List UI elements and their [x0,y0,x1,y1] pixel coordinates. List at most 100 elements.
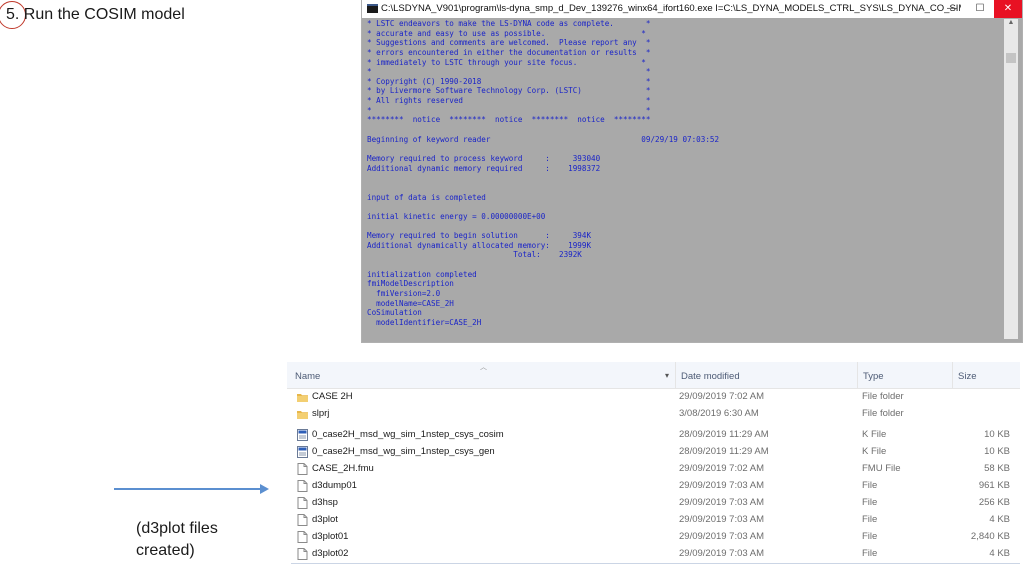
file-row[interactable]: d3hsp 29/09/2019 7:03 AM File 256 KB [287,494,1020,511]
console-line: Memory required to process keyword : 393… [367,153,601,163]
file-row[interactable]: d3plot 29/09/2019 7:03 AM File 4 KB [287,511,1020,528]
step-label: 5. Run the COSIM model [6,6,185,23]
file-date-modified: 29/09/2019 7:02 AM [679,391,765,402]
console-line: * Copyright (C) 1990-2018 * [367,76,651,86]
column-header-bar: ︿ Name ▾ Date modified Type Size [287,362,1020,389]
file-date-modified: 29/09/2019 7:03 AM [679,497,765,508]
file-type: File [862,514,878,525]
annotation-line-2: created) [136,542,195,559]
console-title: C:\LSDYNA_V901\program\ls-dyna_smp_d_Dev… [381,3,961,14]
file-type: File [862,548,878,559]
file-size: 10 KB [984,446,1010,457]
file-icon [297,547,308,560]
file-name: CASE 2H [312,391,353,402]
file-date-modified: 28/09/2019 11:29 AM [679,446,769,457]
file-explorer: ︿ Name ▾ Date modified Type Size CASE 2H… [287,362,1022,576]
file-type: File folder [862,408,904,419]
file-row[interactable]: 0_case2H_msd_wg_sim_1nstep_csys_cosim 28/… [287,426,1020,443]
file-row[interactable]: d3dump01 29/09/2019 7:03 AM File 961 KB [287,477,1020,494]
k-file-icon [297,445,308,458]
file-row[interactable]: CASE_2H.fmu 29/09/2019 7:02 AM FMU File 58 … [287,460,1020,477]
file-size: 4 KB [989,514,1010,525]
file-type: File [862,497,878,508]
file-date-modified: 29/09/2019 7:03 AM [679,548,765,559]
scroll-up-icon[interactable]: ▲ [1004,19,1018,31]
console-line: modelName=CASE_2H [367,298,454,308]
scroll-thumb[interactable] [1006,53,1016,63]
file-row[interactable]: d3plot02 29/09/2019 7:03 AM File 4 KB [287,545,1020,562]
file-date-modified: 28/09/2019 11:29 AM [679,429,769,440]
file-date-modified: 29/09/2019 7:03 AM [679,514,765,525]
console-line: * * [367,105,651,115]
file-date-modified: 3/08/2019 6:30 AM [679,408,759,419]
console-line: * immediately to LSTC through your site … [367,57,646,67]
file-icon [297,479,308,492]
console-line: input of data is completed [367,192,486,202]
file-type: K File [862,446,887,457]
column-header-name[interactable]: Name [295,371,320,382]
console-line: fmiVersion=2.0 [367,288,441,298]
console-line: CoSimulation [367,308,422,318]
folder-icon [297,407,308,419]
file-row[interactable]: d3plot01 29/09/2019 7:03 AM File 2,840 KB [287,528,1020,545]
file-icon [297,513,308,526]
column-dropdown-chevron-icon[interactable]: ▾ [665,371,669,380]
column-divider[interactable] [952,362,953,388]
file-icon [297,462,308,475]
console-window[interactable]: C:\LSDYNA_V901\program\ls-dyna_smp_d_Dev… [362,0,1022,342]
annotation-line-1: (d3plot files [136,520,218,537]
console-line: Beginning of keyword reader 09/29/19 07:… [367,134,720,144]
column-header-size[interactable]: Size [958,371,976,382]
console-line: * Suggestions and comments are welcomed.… [367,38,651,48]
file-date-modified: 29/09/2019 7:02 AM [679,463,765,474]
console-titlebar[interactable]: C:\LSDYNA_V901\program\ls-dyna_smp_d_Dev… [362,0,1022,18]
console-app-icon [367,4,378,13]
file-name: 0_case2H_msd_wg_sim_1nstep_csys_gen [312,446,495,457]
file-size: 10 KB [984,429,1010,440]
file-date-modified: 29/09/2019 7:03 AM [679,480,765,491]
file-name: d3plot01 [312,531,349,542]
console-line: Total: 2392K [367,250,582,260]
console-line: fmiModelDescription [367,279,454,289]
file-icon [297,530,308,543]
console-line: * accurate and easy to use as possible. … [367,28,646,38]
maximize-button[interactable]: ☐ [966,0,994,18]
file-size: 256 KB [978,497,1010,508]
file-type: K File [862,429,887,440]
file-name: d3dump01 [312,480,357,491]
close-button[interactable]: ✕ [994,0,1022,18]
column-header-date[interactable]: Date modified [681,371,740,382]
console-line: Additional dynamic memory required : 199… [367,163,601,173]
column-header-type[interactable]: Type [863,371,884,382]
file-name: d3hsp [312,497,338,508]
selection-underline [291,563,1020,564]
file-row[interactable]: 0_case2H_msd_wg_sim_1nstep_csys_gen 28/09… [287,443,1020,460]
minimize-button[interactable]: — [938,0,966,18]
k-file-icon [297,428,308,441]
console-line: * errors encountered in either the docum… [367,47,651,57]
column-divider[interactable] [857,362,858,388]
file-name: d3plot02 [312,548,349,559]
file-size: 4 KB [989,548,1010,559]
console-line: * * [367,67,651,77]
file-icon [297,496,308,509]
file-size: 961 KB [978,480,1010,491]
file-row[interactable]: CASE 2H 29/09/2019 7:02 AM File folder [287,388,1020,405]
file-row[interactable]: slprj 3/08/2019 6:30 AM File folder [287,405,1020,422]
console-line: ******** notice ******** notice ********… [367,115,651,125]
console-scrollbar[interactable]: ▲ [1004,19,1018,339]
console-line: Additional dynamically allocated memory:… [367,240,592,250]
column-divider[interactable] [675,362,676,388]
pointer-arrow-icon [114,484,269,494]
console-output: * LSTC endeavors to make the LS-DYNA cod… [367,19,1002,337]
file-type: File [862,531,878,542]
console-line: Memory required to begin solution : 394K [367,231,592,241]
file-size: 58 KB [984,463,1010,474]
